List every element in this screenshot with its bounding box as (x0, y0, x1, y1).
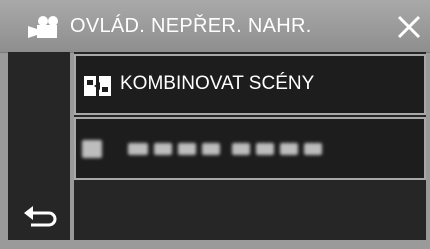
menu-item-combine-scenes[interactable]: KOMBINOVAT SCÉNY (74, 54, 426, 115)
camera-menu-screen: OVLÁD. NEPŘER. NAHR. KOMBINOVAT SCÉNY (0, 0, 430, 249)
menu-item-disabled[interactable] (74, 117, 426, 180)
menu-item-label: KOMBINOVAT SCÉNY (120, 73, 315, 94)
title-bar: OVLÁD. NEPŘER. NAHR. (0, 0, 430, 53)
bottom-frame (0, 240, 430, 249)
video-camera-icon (28, 16, 58, 38)
blurred-placeholder (82, 139, 332, 159)
close-icon[interactable] (396, 14, 422, 40)
page-title: OVLÁD. NEPŘER. NAHR. (70, 15, 312, 37)
combine-scenes-icon (84, 76, 111, 96)
back-arrow-icon[interactable] (23, 205, 57, 233)
